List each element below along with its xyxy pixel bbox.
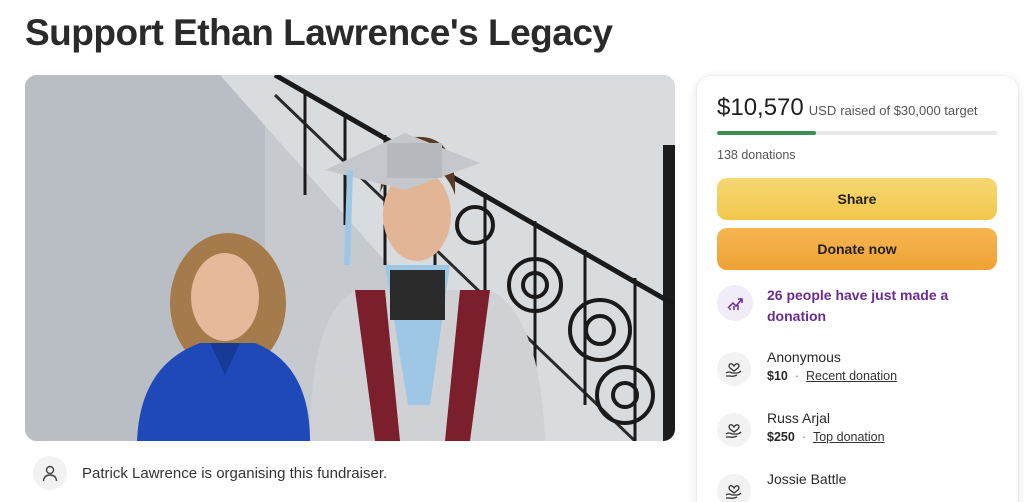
raised-target: raised of $30,000 target [840,103,978,118]
donate-now-button[interactable]: Donate now [717,228,997,270]
organiser-text: Patrick Lawrence is organising this fund… [82,464,388,482]
donation-card: $10,570 USD raised of $30,000 target 138… [697,76,1018,502]
trend-text: 26 people have just made a donation [767,287,949,324]
donation-count: 138 donations [717,148,796,162]
heart-hand-icon [717,474,751,502]
donor-amount: $10 [767,369,788,383]
page-title: Support Ethan Lawrence's Legacy [25,12,613,53]
top-donation-link[interactable]: Top donation [813,430,885,444]
donation-item: Russ Arjal $250 · Top donation [717,409,885,447]
trending-up-icon [717,285,753,321]
donation-item: Anonymous $10 · Recent donation [717,348,897,386]
separator-dot: · [801,430,806,444]
trend-notice: 26 people have just made a donation [717,285,977,327]
separator-dot: · [794,369,800,383]
heart-hand-icon [717,352,751,386]
raised-currency: USD [808,103,837,118]
organiser-row: Patrick Lawrence is organising this fund… [33,456,387,490]
heart-hand-icon [717,413,751,447]
recent-donation-link[interactable]: Recent donation [806,369,897,383]
donor-amount: $250 [767,430,795,444]
raised-amount: $10,570 [717,94,804,121]
raised-summary: $10,570 USD raised of $30,000 target [717,94,978,122]
person-icon [33,456,67,490]
progress-fill [717,131,816,135]
donation-item: Jossie Battle [717,470,846,502]
donor-name: Anonymous [767,349,841,365]
hero-image[interactable] [25,75,675,441]
donor-name: Jossie Battle [767,471,847,487]
progress-bar [717,131,997,135]
donor-name: Russ Arjal [767,410,831,426]
share-button[interactable]: Share [717,178,997,220]
